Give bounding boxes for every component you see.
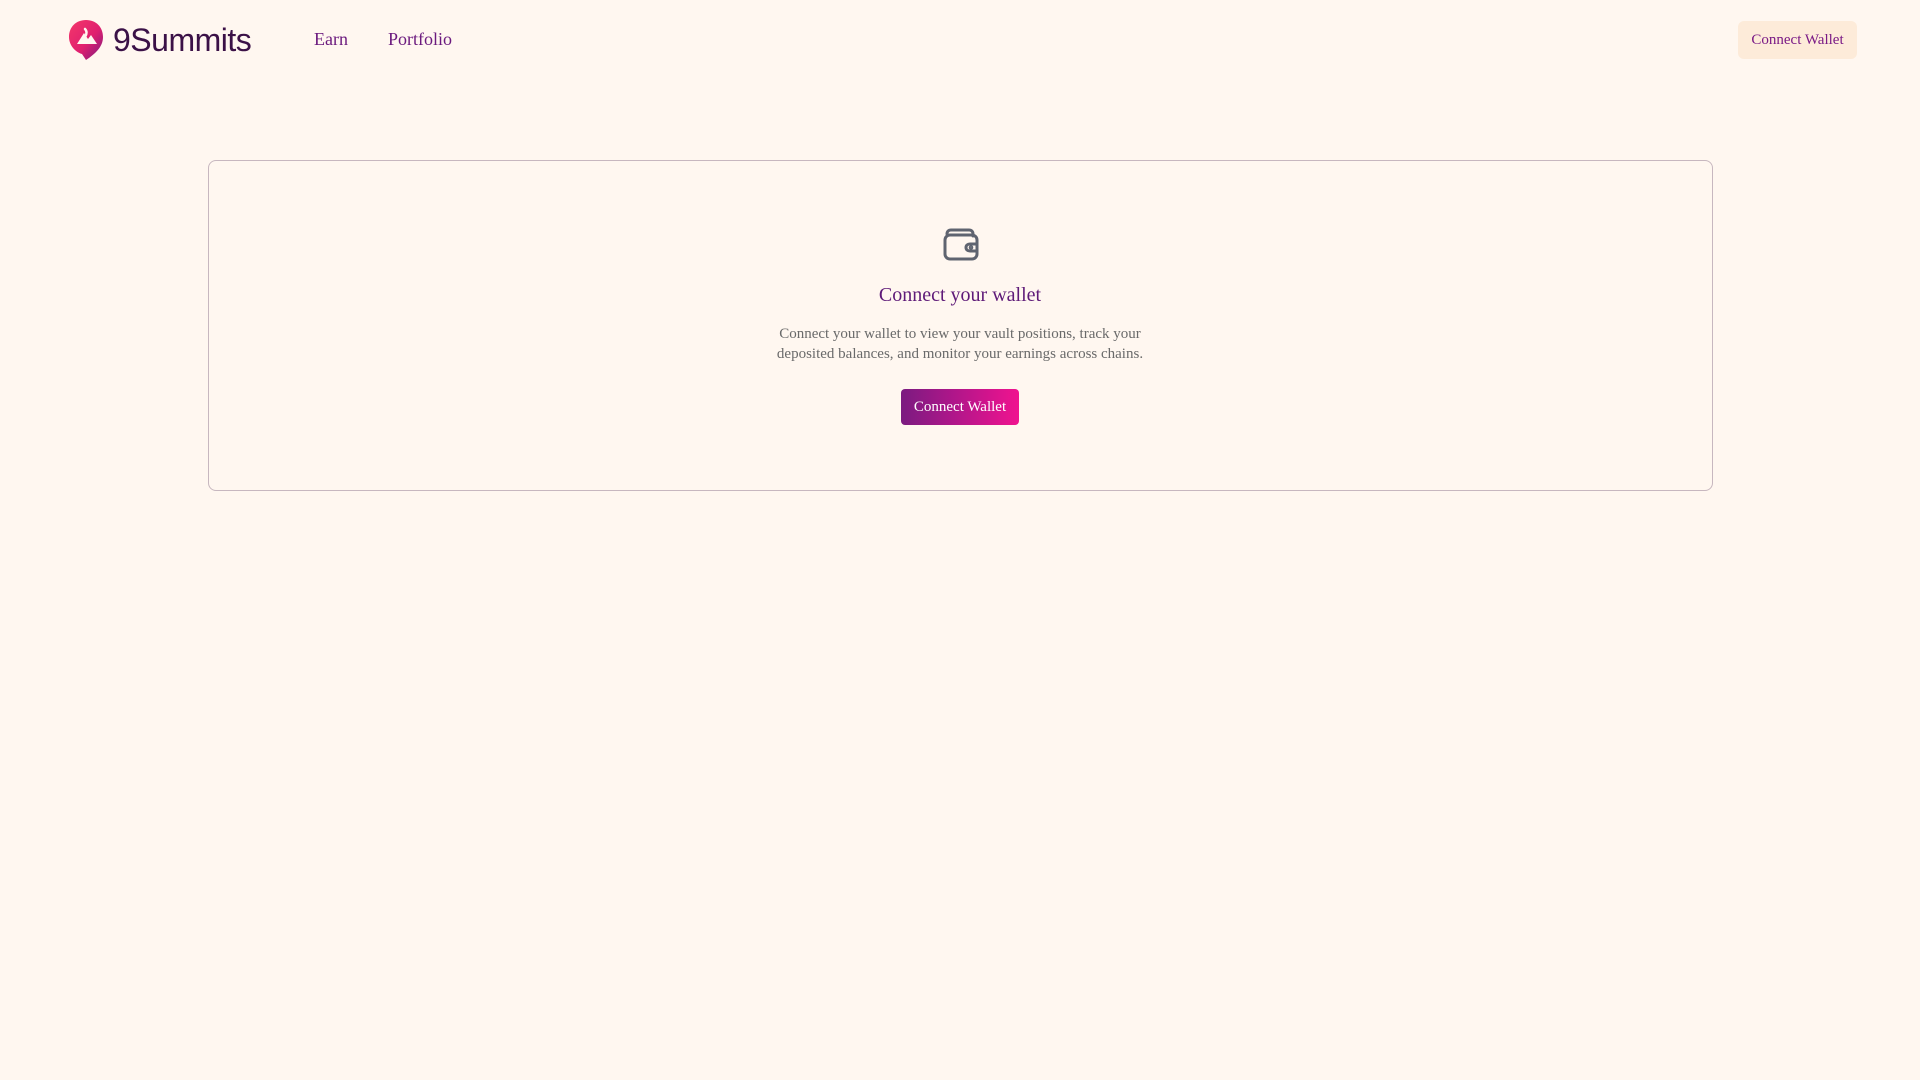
brand-logo[interactable]: 9Summits — [67, 18, 252, 62]
nav-link-earn[interactable]: Earn — [314, 27, 348, 51]
nav-link-portfolio[interactable]: Portfolio — [388, 27, 452, 51]
wallet-icon — [943, 228, 979, 261]
main-nav: Earn Portfolio — [314, 27, 452, 51]
logo-mark-icon — [69, 20, 103, 60]
header-connect-wallet-button[interactable]: Connect Wallet — [1738, 21, 1857, 59]
empty-state-title: Connect your wallet — [878, 284, 1042, 306]
connect-wallet-button[interactable]: Connect Wallet — [901, 389, 1019, 425]
brand-name: 9Summits — [113, 21, 252, 58]
empty-state-description: Connect your wallet to view your vault p… — [776, 326, 1144, 362]
top-bar: 9Summits Earn Portfolio Connect Wallet — [0, 0, 1920, 80]
